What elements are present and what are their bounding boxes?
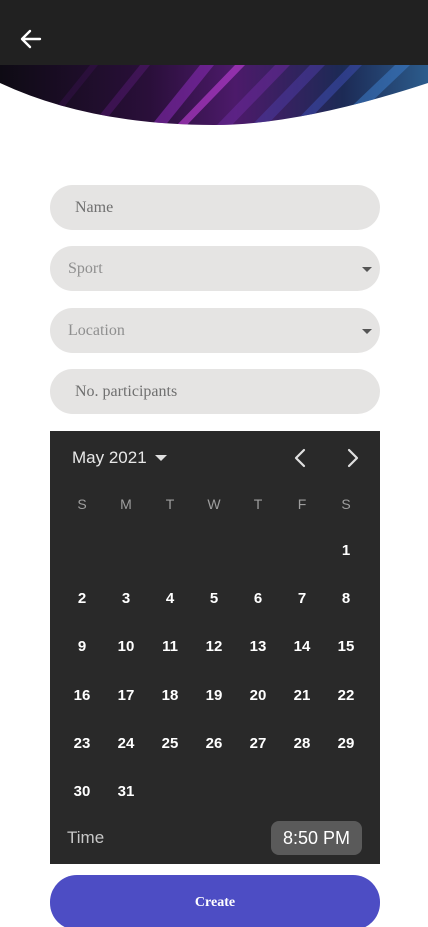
calendar-day[interactable]: 16 [60, 672, 104, 720]
calendar-day[interactable]: 30 [60, 768, 104, 816]
date-picker-calendar: May 2021 S M T W T F S 1 2 3 4 5 6 7 8 9 10 1 [50, 431, 380, 864]
calendar-day[interactable]: 25 [148, 720, 192, 768]
calendar-day[interactable]: 6 [236, 575, 280, 623]
time-label: Time [67, 828, 105, 847]
time-value: 8:50 PM [282, 827, 351, 848]
weekday-label: S [341, 496, 351, 512]
name-input[interactable] [50, 197, 380, 218]
calendar-empty-cell [280, 527, 324, 575]
calendar-day[interactable]: 12 [192, 623, 236, 671]
calendar-day[interactable]: 26 [192, 720, 236, 768]
calendar-day[interactable]: 1 [324, 527, 368, 575]
weekday-header-row: S M T W T F S [60, 495, 368, 513]
calendar-empty-cell [104, 527, 148, 575]
calendar-day[interactable]: 15 [324, 623, 368, 671]
calendar-day[interactable]: 13 [236, 623, 280, 671]
calendar-day[interactable]: 29 [324, 720, 368, 768]
calendar-empty-cell [148, 527, 192, 575]
dropdown-caret-icon [362, 329, 372, 334]
header-banner-image [0, 65, 428, 127]
weekday-label: W [207, 496, 221, 512]
calendar-day[interactable]: 7 [280, 575, 324, 623]
calendar-empty-cell [60, 527, 104, 575]
calendar-day[interactable]: 31 [104, 768, 148, 816]
calendar-day[interactable]: 19 [192, 672, 236, 720]
dropdown-caret-icon [362, 267, 372, 272]
location-select-placeholder: Location [68, 321, 125, 339]
caret-down-icon [154, 455, 167, 461]
calendar-day[interactable]: 14 [280, 623, 324, 671]
location-select[interactable]: Location [50, 308, 380, 353]
time-picker-button[interactable]: 8:50 PM [271, 821, 362, 855]
weekday-label: T [165, 496, 175, 512]
previous-month-button[interactable] [288, 446, 312, 470]
back-button[interactable] [14, 22, 48, 56]
calendar-day[interactable]: 3 [104, 575, 148, 623]
calendar-day[interactable]: 23 [60, 720, 104, 768]
weekday-label: T [253, 496, 263, 512]
time-row: Time 8:50 PM [50, 821, 380, 855]
calendar-header: May 2021 [50, 431, 380, 485]
participants-input[interactable] [50, 381, 380, 402]
calendar-days-grid: 1 2 3 4 5 6 7 8 9 10 11 12 13 14 15 16 17 18 19 20 21 22 23 24 2… [60, 527, 368, 816]
create-event-screen: Sport Location May 2021 [0, 0, 428, 927]
month-year-label: May 2021 [72, 448, 147, 467]
chevron-right-icon [347, 448, 359, 468]
calendar-day[interactable]: 17 [104, 672, 148, 720]
calendar-day[interactable]: 20 [236, 672, 280, 720]
create-button[interactable]: Create [50, 875, 380, 927]
calendar-day[interactable]: 21 [280, 672, 324, 720]
chevron-left-icon [294, 448, 306, 468]
month-year-selector[interactable]: May 2021 [72, 448, 167, 468]
calendar-day[interactable]: 2 [60, 575, 104, 623]
calendar-empty-cell [236, 527, 280, 575]
calendar-day[interactable]: 10 [104, 623, 148, 671]
calendar-day[interactable]: 8 [324, 575, 368, 623]
calendar-day[interactable]: 4 [148, 575, 192, 623]
next-month-button[interactable] [341, 446, 365, 470]
calendar-day[interactable]: 18 [148, 672, 192, 720]
calendar-day[interactable]: 27 [236, 720, 280, 768]
calendar-day[interactable]: 28 [280, 720, 324, 768]
weekday-label: S [77, 496, 87, 512]
calendar-day[interactable]: 22 [324, 672, 368, 720]
sport-select[interactable]: Sport [50, 246, 380, 291]
calendar-day[interactable]: 5 [192, 575, 236, 623]
create-button-label: Create [194, 894, 236, 910]
calendar-day[interactable]: 11 [148, 623, 192, 671]
arrow-left-icon [20, 29, 42, 49]
name-field[interactable] [50, 185, 380, 230]
sport-select-placeholder: Sport [68, 259, 103, 277]
calendar-day[interactable]: 24 [104, 720, 148, 768]
calendar-empty-cell [192, 527, 236, 575]
calendar-day[interactable]: 9 [60, 623, 104, 671]
participants-field[interactable] [50, 369, 380, 414]
weekday-label: M [120, 496, 132, 512]
top-app-bar [0, 0, 428, 65]
weekday-label: F [297, 496, 307, 512]
